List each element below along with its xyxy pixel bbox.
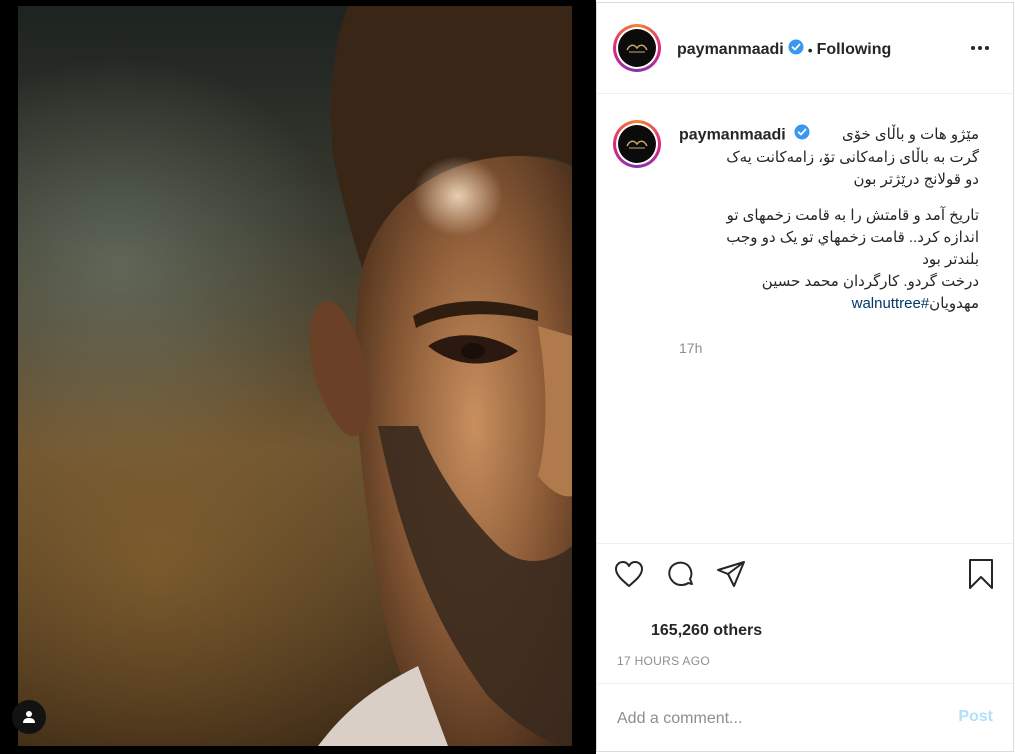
hashtag-link[interactable]: #walnuttree bbox=[852, 295, 930, 312]
logo-icon bbox=[626, 140, 648, 149]
logo-icon bbox=[626, 44, 648, 53]
separator-dot: • bbox=[807, 41, 813, 58]
caption-line: دو قولانج درێژتر بون bbox=[853, 171, 979, 188]
post-photo[interactable] bbox=[18, 6, 572, 746]
more-options-icon[interactable] bbox=[967, 37, 993, 59]
comment-input[interactable] bbox=[615, 704, 919, 734]
caption-text-fragment: مهدویان bbox=[929, 295, 979, 312]
post-media[interactable] bbox=[0, 0, 596, 754]
verified-badge-icon bbox=[788, 39, 804, 60]
author-username[interactable]: paymanmaadi bbox=[677, 41, 784, 59]
post-date[interactable]: 17 HOURS AGO bbox=[617, 654, 710, 668]
action-bar bbox=[597, 543, 1013, 606]
post-details-panel: paymanmaadi • Following paymanmaadi مێژو… bbox=[596, 2, 1014, 752]
post-comment-button[interactable]: Post bbox=[958, 708, 993, 726]
header-user-line: paymanmaadi • Following bbox=[677, 39, 891, 60]
caption-avatar[interactable] bbox=[613, 120, 661, 168]
caption-line: مهدویان#walnuttree bbox=[679, 293, 979, 315]
caption-line: تاریخ آمد و قامتش را به قامت زخمهای تو bbox=[726, 207, 979, 224]
caption-line: درخت گردو. کارگردان محمد حسین bbox=[761, 273, 979, 290]
caption-line: مێژو هات و باڵای خۆی bbox=[842, 126, 979, 143]
caption-username[interactable]: paymanmaadi bbox=[679, 126, 786, 143]
following-button[interactable]: Following bbox=[817, 41, 892, 59]
paper-plane-icon[interactable] bbox=[715, 558, 747, 590]
likes-count[interactable]: 165,260 others bbox=[651, 622, 762, 640]
caption-line: بلندتر بود bbox=[922, 251, 979, 268]
caption-line: اندازه کرد.. قامت زخمهاي تو یک دو وجب bbox=[726, 229, 979, 246]
heart-icon[interactable] bbox=[613, 558, 645, 590]
bookmark-icon[interactable] bbox=[965, 558, 997, 590]
caption-section: paymanmaadi مێژو هات و باڵای خۆی گرت بە … bbox=[597, 94, 1013, 544]
comment-form: Post bbox=[597, 683, 1013, 752]
caption-timestamp[interactable]: 17h bbox=[679, 340, 702, 356]
person-icon bbox=[23, 711, 35, 723]
tagged-users-button[interactable] bbox=[12, 700, 46, 734]
caption-line: گرت بە باڵای زامەکانی تۆ، زامەکانت یەک bbox=[726, 149, 979, 166]
post-header: paymanmaadi • Following bbox=[597, 3, 1013, 94]
comment-bubble-icon[interactable] bbox=[665, 558, 697, 590]
verified-badge-icon bbox=[794, 124, 810, 147]
face-illustration bbox=[309, 6, 572, 746]
caption-text: paymanmaadi مێژو هات و باڵای خۆی گرت بە … bbox=[679, 124, 979, 315]
avatar[interactable] bbox=[613, 24, 661, 72]
